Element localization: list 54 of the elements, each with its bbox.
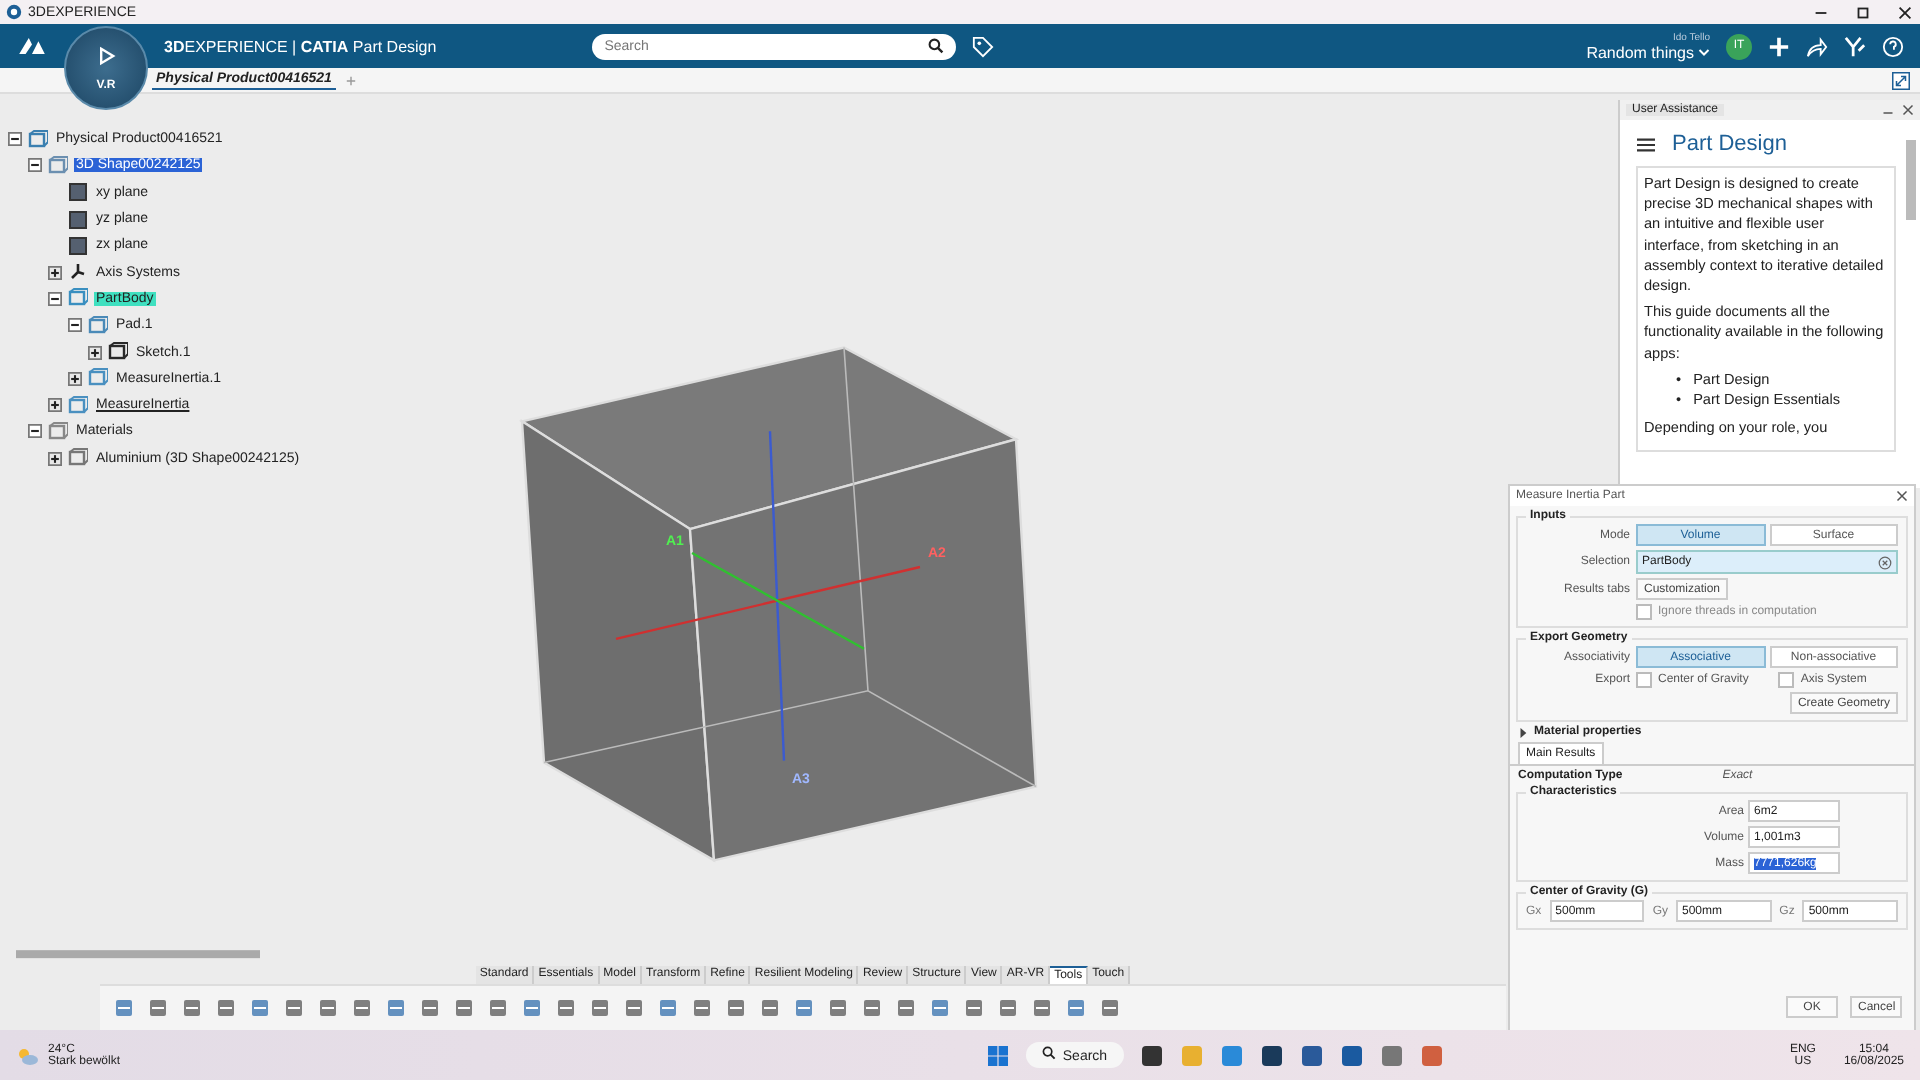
app-title: 3DEXPERIENCE | CATIA Part Design (164, 37, 437, 55)
checkbox[interactable] (1778, 672, 1795, 688)
clear-icon[interactable] (1878, 555, 1892, 569)
maximize-icon[interactable] (1854, 3, 1872, 21)
plane-icon (68, 182, 88, 203)
help-heading: Part Design (1672, 132, 1787, 156)
taskbar-app-icon[interactable] (1339, 1043, 1364, 1067)
plane-icon (68, 235, 88, 256)
axis-icon (68, 262, 88, 283)
product-icon (28, 129, 48, 150)
scrollbar[interactable] (16, 950, 260, 959)
expand-toggle[interactable] (48, 398, 62, 413)
tag-icon[interactable] (972, 35, 995, 57)
taskbar-app-icon[interactable] (1139, 1043, 1164, 1067)
close-icon[interactable] (1896, 490, 1908, 502)
measure-icon (88, 368, 108, 389)
expand-toggle[interactable] (68, 318, 82, 333)
expand-toggle[interactable] (8, 132, 22, 147)
pad-icon (88, 315, 108, 336)
space-selector[interactable]: Random things (1586, 43, 1694, 61)
windows-start-icon[interactable] (986, 1043, 1011, 1067)
collapse-icon[interactable] (1892, 71, 1910, 89)
checkbox[interactable] (1636, 604, 1652, 620)
shape-icon (48, 155, 68, 176)
checkbox[interactable] (1636, 672, 1652, 688)
expand-toggle[interactable] (48, 451, 62, 466)
close-icon[interactable] (1902, 104, 1914, 116)
close-icon[interactable] (1896, 3, 1914, 21)
scrollbar[interactable] (1906, 140, 1916, 220)
app-logo-icon (6, 4, 22, 20)
plus-icon[interactable] (1768, 35, 1790, 57)
expand-toggle[interactable] (28, 158, 42, 173)
help-icon[interactable] (1882, 35, 1904, 57)
expand-toggle[interactable] (48, 291, 62, 306)
caret-icon[interactable] (1698, 47, 1710, 57)
folder-icon (48, 421, 68, 442)
search-icon[interactable] (928, 38, 945, 54)
expand-toggle[interactable] (88, 345, 102, 360)
sketch-icon (108, 342, 128, 363)
caret-icon[interactable] (1518, 727, 1528, 737)
expand-toggle[interactable] (28, 424, 42, 439)
search-icon (1042, 1046, 1057, 1060)
expand-toggle[interactable] (48, 265, 62, 280)
plane-icon (68, 209, 88, 230)
ds-logo-icon[interactable] (16, 34, 48, 58)
play-icon[interactable] (94, 44, 118, 68)
share-icon[interactable] (1806, 35, 1828, 57)
menu-icon[interactable] (1636, 135, 1656, 153)
measure-icon (68, 395, 88, 416)
material-icon (68, 448, 88, 469)
expand-toggle[interactable] (68, 371, 82, 386)
taskbar-app-icon[interactable] (1259, 1043, 1284, 1067)
taskbar-app-icon[interactable] (1299, 1043, 1324, 1067)
body-icon (68, 288, 88, 309)
